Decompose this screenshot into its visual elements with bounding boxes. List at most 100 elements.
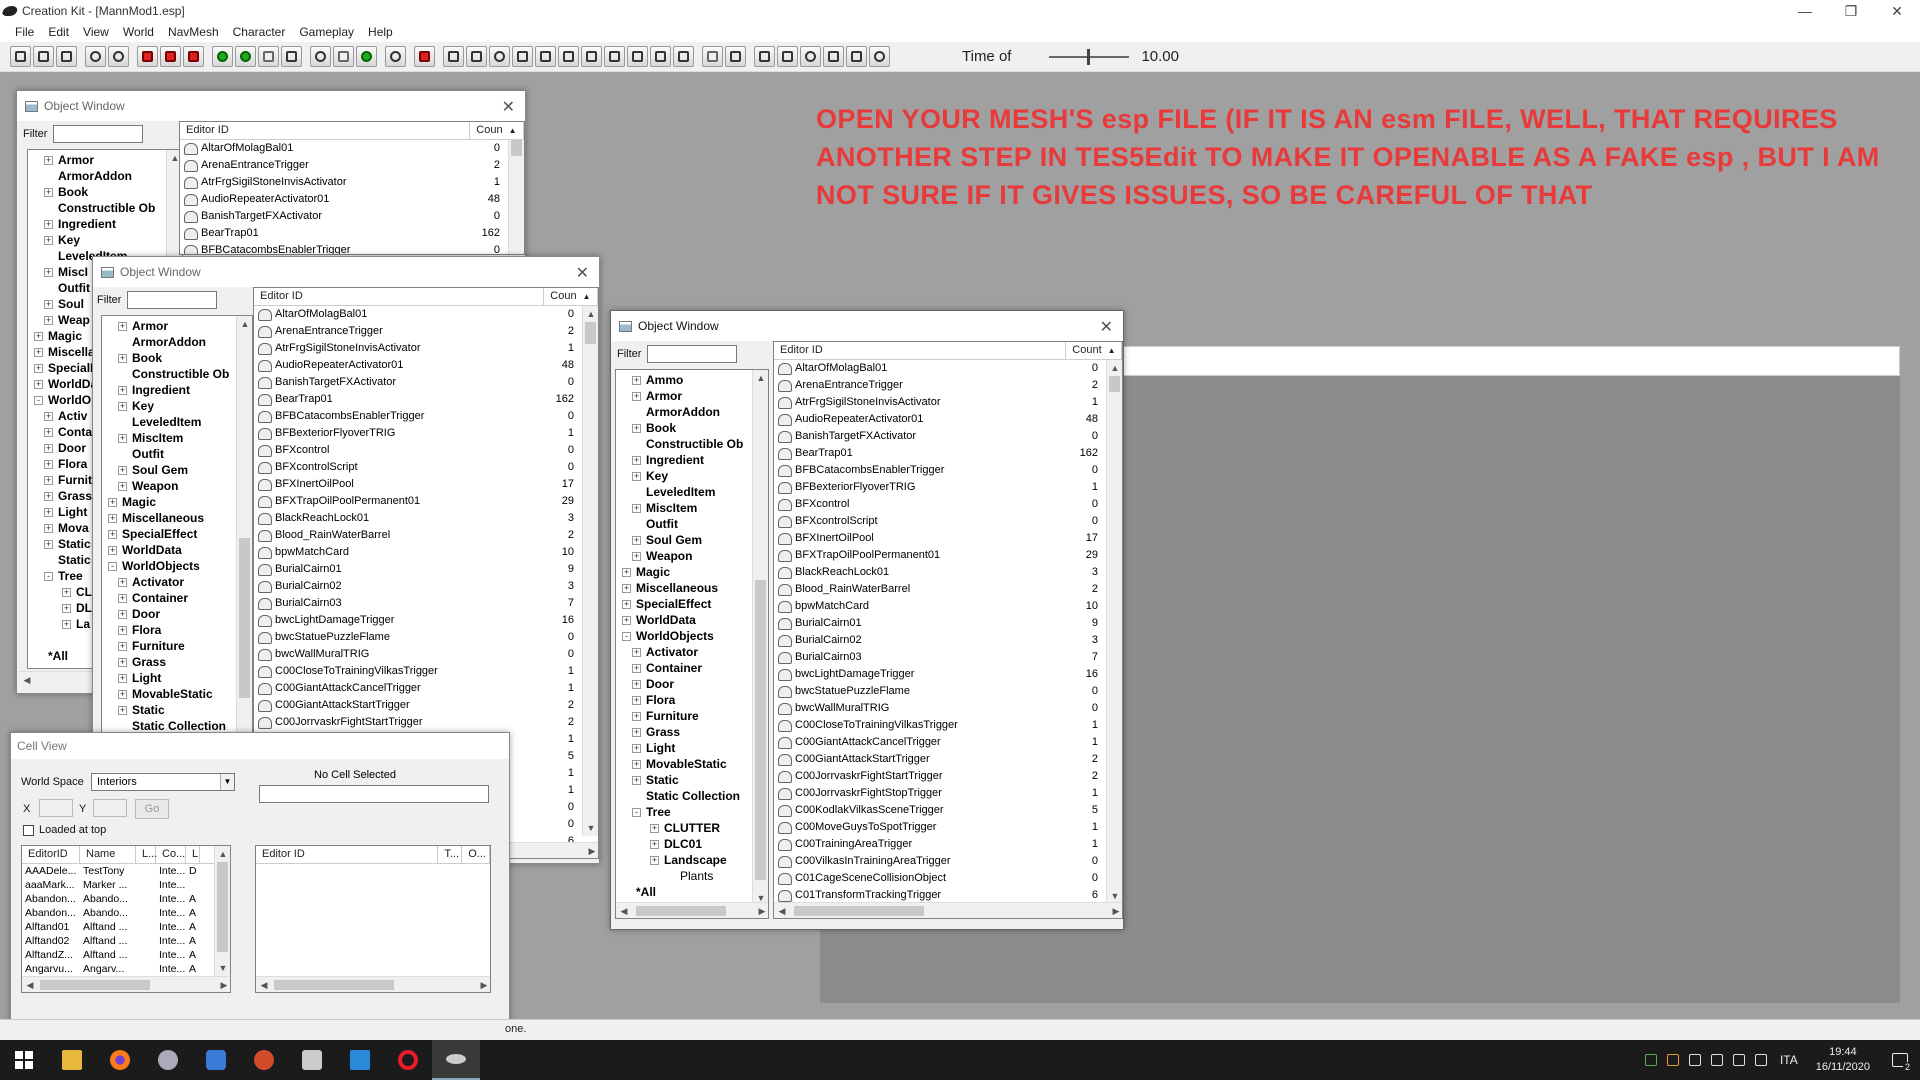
- column-header[interactable]: L...: [136, 846, 157, 863]
- expand-icon[interactable]: +: [44, 412, 53, 421]
- cell-view-window[interactable]: Cell View World Space Interiors ▼ X Y Go …: [10, 732, 510, 1032]
- tray-icon-3[interactable]: [1684, 1040, 1706, 1080]
- expand-icon[interactable]: +: [44, 492, 53, 501]
- tree-item[interactable]: + Flora: [616, 692, 768, 708]
- tree-item[interactable]: + WorldData: [102, 542, 252, 558]
- collapse-icon[interactable]: -: [34, 396, 43, 405]
- tree-item[interactable]: Static Collection: [616, 788, 768, 804]
- list-item[interactable]: BFXcontrol 0: [774, 496, 1122, 513]
- expand-icon[interactable]: +: [632, 376, 641, 385]
- list-item[interactable]: AudioRepeaterActivator01 48: [774, 411, 1122, 428]
- menu-file[interactable]: File: [8, 25, 41, 39]
- render-window-icon[interactable]: [137, 46, 158, 67]
- file-explorer-button[interactable]: [48, 1040, 96, 1080]
- tree-item[interactable]: Constructible Ob: [28, 200, 182, 216]
- tray-icon-1[interactable]: [1640, 1040, 1662, 1080]
- restore-icon[interactable]: ❐: [1828, 0, 1874, 22]
- tree-item[interactable]: + WorldData: [616, 612, 768, 628]
- list-item[interactable]: C00VilkasInTrainingAreaTrigger 0: [774, 853, 1122, 870]
- menu-view[interactable]: View: [76, 25, 116, 39]
- collapse-icon[interactable]: -: [44, 572, 53, 581]
- expand-icon[interactable]: +: [118, 690, 127, 699]
- list-item[interactable]: bwcStatuePuzzleFlame 0: [774, 683, 1122, 700]
- list-item[interactable]: C00CloseToTrainingVilkasTrigger 1: [774, 717, 1122, 734]
- col-editor-id[interactable]: Editor ID: [774, 342, 1067, 359]
- tool-icon-19[interactable]: [869, 46, 890, 67]
- snap-angle-icon[interactable]: [160, 46, 181, 67]
- expand-icon[interactable]: +: [118, 322, 127, 331]
- expand-icon[interactable]: +: [118, 706, 127, 715]
- tool-icon-7[interactable]: [581, 46, 602, 67]
- expand-icon[interactable]: +: [62, 588, 71, 597]
- tree-item[interactable]: + Landscape: [616, 852, 768, 868]
- tree-item[interactable]: - WorldObjects: [102, 558, 252, 574]
- expand-icon[interactable]: +: [44, 460, 53, 469]
- table-row[interactable]: Alftand01 Alftand ... Inte... A: [22, 920, 230, 934]
- tool-icon-12[interactable]: [702, 46, 723, 67]
- list-item[interactable]: BFXInertOilPool 17: [774, 530, 1122, 547]
- character-icon[interactable]: [414, 46, 435, 67]
- app-button-7[interactable]: [336, 1040, 384, 1080]
- col-count[interactable]: Coun ▲: [470, 122, 524, 139]
- tree-item[interactable]: + DLC01: [616, 836, 768, 852]
- expand-icon[interactable]: +: [108, 546, 117, 555]
- col-editor-id[interactable]: Editor ID: [254, 288, 545, 305]
- list-item[interactable]: AltarOfMolagBal01 0: [774, 360, 1122, 377]
- expand-icon[interactable]: +: [632, 392, 641, 401]
- list-item[interactable]: BurialCairn03 7: [774, 649, 1122, 666]
- expand-icon[interactable]: +: [44, 524, 53, 533]
- tree-item[interactable]: Constructible Ob: [102, 366, 252, 382]
- expand-icon[interactable]: +: [62, 620, 71, 629]
- expand-icon[interactable]: +: [118, 610, 127, 619]
- list-item[interactable]: BFBCatacombsEnablerTrigger 0: [180, 242, 524, 254]
- collapse-icon[interactable]: -: [622, 632, 631, 641]
- tree-item[interactable]: + Miscellaneous: [102, 510, 252, 526]
- language-indicator[interactable]: ITA: [1772, 1053, 1806, 1067]
- column-header[interactable]: EditorID: [22, 846, 80, 863]
- tool-icon-9[interactable]: [627, 46, 648, 67]
- app-button-5[interactable]: [240, 1040, 288, 1080]
- tree-item[interactable]: + Key: [616, 468, 768, 484]
- column-header[interactable]: Editor ID: [256, 846, 439, 863]
- navmesh-icon[interactable]: [258, 46, 279, 67]
- tree-item[interactable]: + CLUTTER: [616, 820, 768, 836]
- tree-item[interactable]: + Miscellaneous: [616, 580, 768, 596]
- list-item[interactable]: C00GiantAttackStartTrigger 2: [254, 697, 598, 714]
- expand-icon[interactable]: +: [632, 760, 641, 769]
- notification-icon[interactable]: 2: [1880, 1040, 1920, 1080]
- list-item[interactable]: C00JorrvaskrFightStartTrigger 2: [254, 714, 598, 731]
- menu-world[interactable]: World: [116, 25, 161, 39]
- list-item[interactable]: AtrFrgSigilStoneInvisActivator 1: [774, 394, 1122, 411]
- list-item[interactable]: C00GiantAttackCancelTrigger 1: [774, 734, 1122, 751]
- tree-item[interactable]: - WorldObjects: [616, 628, 768, 644]
- x-input[interactable]: [39, 799, 73, 817]
- list-item[interactable]: BFXcontrolScript 0: [254, 459, 598, 476]
- expand-icon[interactable]: +: [118, 354, 127, 363]
- object-list[interactable]: Editor ID Count ▲ AltarOfMolagBal01 0 ArenaE…: [773, 341, 1123, 919]
- list-item[interactable]: AudioRepeaterActivator01 48: [254, 357, 598, 374]
- list-item[interactable]: bwcLightDamageTrigger 16: [254, 612, 598, 629]
- dialogue-icon[interactable]: [385, 46, 406, 67]
- table-row[interactable]: Abandon... Abando... Inte... A: [22, 892, 230, 906]
- tool-icon-16[interactable]: [800, 46, 821, 67]
- tree-item[interactable]: + SpecialEffect: [616, 596, 768, 612]
- list-item[interactable]: AtrFrgSigilStoneInvisActivator 1: [254, 340, 598, 357]
- list-item[interactable]: BurialCairn02 3: [254, 578, 598, 595]
- list-item[interactable]: C00CloseToTrainingVilkasTrigger 1: [254, 663, 598, 680]
- tree-item[interactable]: + MiscItem: [102, 430, 252, 446]
- list-item[interactable]: bpwMatchCard 10: [254, 544, 598, 561]
- expand-icon[interactable]: +: [44, 428, 53, 437]
- tool-icon-1[interactable]: [443, 46, 464, 67]
- col-count[interactable]: Coun ▲: [544, 288, 598, 305]
- expand-icon[interactable]: +: [118, 594, 127, 603]
- expand-icon[interactable]: +: [622, 600, 631, 609]
- expand-icon[interactable]: +: [632, 424, 641, 433]
- tree-item[interactable]: + SpecialEffect: [102, 526, 252, 542]
- table-row[interactable]: AlftandZ... Alftand ... Inte... A: [22, 948, 230, 962]
- list-item[interactable]: BurialCairn02 3: [774, 632, 1122, 649]
- expand-icon[interactable]: +: [44, 268, 53, 277]
- preferences-icon[interactable]: [56, 46, 77, 67]
- tree-item[interactable]: + MovableStatic: [616, 756, 768, 772]
- list-item[interactable]: bwcWallMuralTRIG 0: [254, 646, 598, 663]
- list-item[interactable]: BFXInertOilPool 17: [254, 476, 598, 493]
